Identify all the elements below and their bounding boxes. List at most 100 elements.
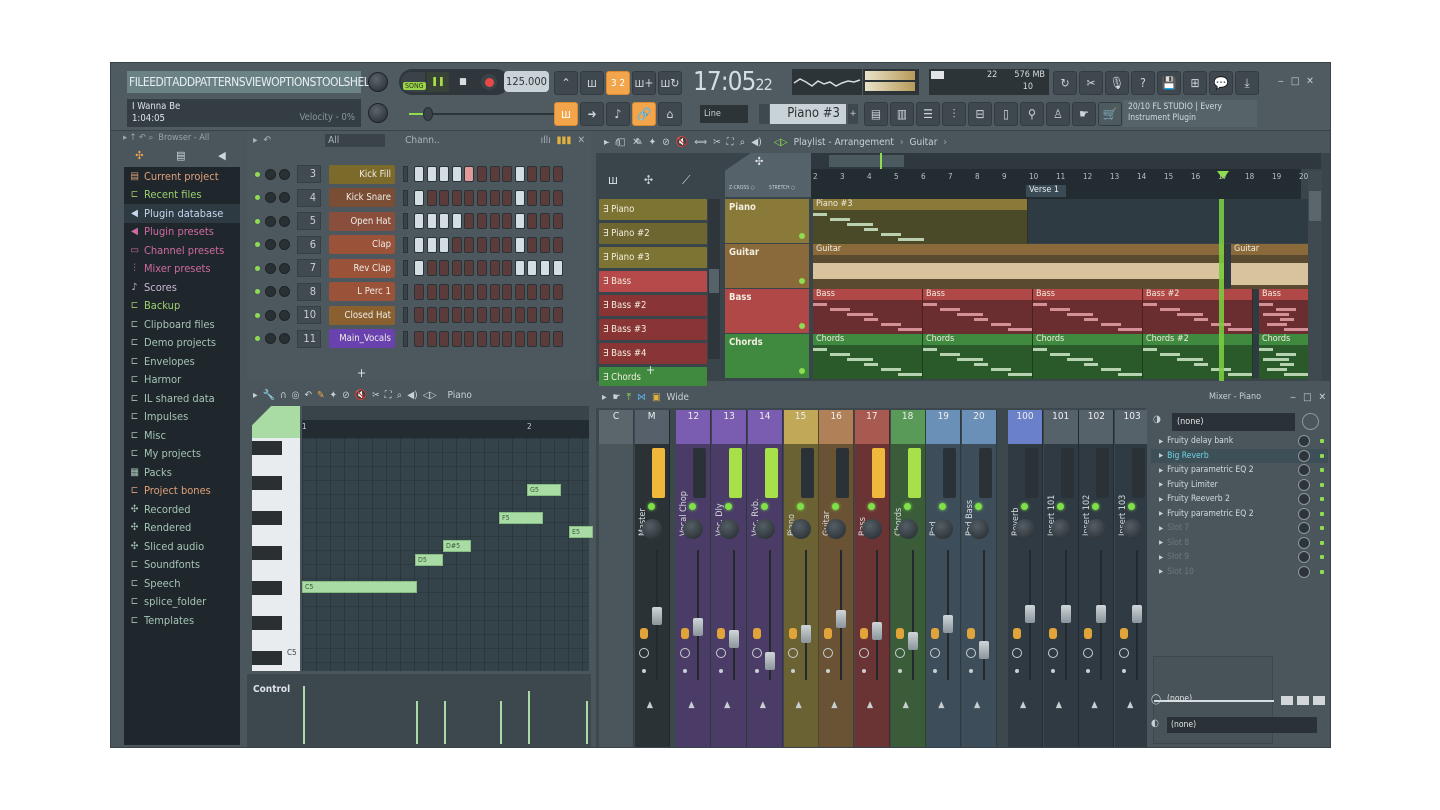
step-button[interactable] — [514, 236, 525, 253]
channel-volume-knob[interactable] — [265, 333, 276, 344]
picker-automation-icon[interactable]: ⟋ — [682, 173, 690, 188]
input-knob[interactable] — [1302, 413, 1319, 430]
route-toggle[interactable] — [1084, 628, 1093, 639]
expand-arrow-icon[interactable]: ▶ — [1159, 481, 1163, 488]
channel-mixer-track[interactable]: 11 — [297, 329, 321, 348]
download-icon[interactable]: ⤓ — [1235, 71, 1259, 95]
tutorial-icon[interactable]: ♙ — [1046, 102, 1070, 126]
channel-pan-knob[interactable] — [279, 239, 290, 250]
channel-pan-knob[interactable] — [279, 333, 290, 344]
pan-knob[interactable] — [683, 519, 704, 539]
playlist-clip[interactable]: Guitar — [1231, 244, 1309, 289]
black-key[interactable] — [252, 511, 282, 525]
route-toggle[interactable] — [1013, 628, 1021, 639]
volume-fader[interactable] — [1096, 605, 1107, 623]
send-arrow-icon[interactable]: ▲ — [688, 700, 694, 710]
channel-mixer-track[interactable]: 10 — [297, 306, 321, 324]
close-icon[interactable]: ✕ — [1306, 76, 1314, 87]
route-toggle[interactable] — [681, 628, 690, 639]
tab-plugins-icon[interactable]: ◀ — [218, 149, 226, 162]
pr-ruler[interactable]: 1 2 — [302, 420, 589, 438]
channel-volume-knob[interactable] — [265, 192, 276, 203]
mix-knob[interactable] — [1298, 551, 1310, 563]
step-button[interactable] — [451, 283, 462, 300]
slice-icon[interactable]: ✂ — [713, 137, 721, 148]
channel-select[interactable] — [403, 307, 408, 323]
record-arm[interactable] — [1047, 648, 1058, 658]
step-button[interactable] — [451, 330, 462, 347]
delete-icon[interactable]: ⊘ — [342, 390, 350, 401]
step-button[interactable] — [527, 236, 538, 253]
select-icon[interactable]: ⛶ — [385, 390, 392, 401]
master-pitch-slider[interactable] — [409, 107, 559, 121]
channel-mute-led[interactable] — [255, 312, 260, 318]
strip-enable-led[interactable] — [1021, 503, 1028, 510]
playlist-clip[interactable]: Piano #3 — [813, 199, 1028, 244]
step-button[interactable] — [439, 189, 450, 206]
browser-item[interactable]: ⊏ Speech — [124, 574, 240, 593]
link-button[interactable]: 🔗 — [632, 102, 656, 126]
pan-knob[interactable] — [790, 519, 811, 539]
mix-knob[interactable] — [1298, 478, 1310, 491]
step-button[interactable] — [502, 330, 513, 347]
step-button[interactable] — [439, 283, 450, 300]
playlist-clip[interactable]: Chords — [1033, 334, 1143, 379]
effect-slot[interactable]: ▶ Fruity Limiter — [1151, 478, 1328, 493]
channel-mixer-track[interactable]: 8 — [297, 282, 321, 301]
project-icon[interactable]: ▯ — [994, 102, 1018, 126]
step-button[interactable] — [439, 166, 450, 182]
browser-item[interactable]: ⊏ Project bones — [124, 482, 240, 501]
browser-item[interactable]: ⊏ Backup — [124, 297, 240, 316]
step-button[interactable] — [414, 330, 424, 347]
expand-arrow-icon[interactable]: ▶ — [1159, 438, 1163, 445]
step-button[interactable] — [439, 307, 450, 323]
step-button[interactable] — [451, 236, 462, 253]
zoom-icon[interactable]: ⌕ — [740, 137, 746, 148]
slot-enable-led[interactable] — [1320, 511, 1324, 516]
maximize-icon[interactable]: □ — [1303, 392, 1312, 403]
strip-header[interactable]: 100 — [1008, 410, 1042, 444]
step-button[interactable] — [552, 260, 563, 276]
pan-knob[interactable] — [1086, 519, 1107, 539]
menu-patterns[interactable]: PATTERNS — [195, 75, 246, 89]
delete-icon[interactable]: ⊘ — [662, 137, 670, 148]
pattern-item[interactable]: ∃ Bass #4 — [599, 343, 707, 364]
step-button[interactable] — [502, 189, 513, 206]
channel-volume-knob[interactable] — [265, 239, 276, 250]
channel-rack-icon[interactable]: ☰ — [916, 102, 940, 126]
record-arm[interactable] — [1083, 648, 1094, 658]
browser-item[interactable]: ⊏ Recent files — [124, 186, 240, 205]
effect-slot[interactable]: ▶ Fruity parametric EQ 2 — [1151, 463, 1328, 478]
step-edit-button[interactable]: ш — [554, 102, 578, 126]
step-button[interactable] — [539, 260, 550, 276]
strip-header[interactable]: 101 — [1043, 410, 1078, 444]
step-button[interactable] — [489, 236, 500, 253]
step-button[interactable] — [439, 330, 450, 347]
step-button[interactable] — [414, 307, 424, 323]
send-arrow-icon[interactable]: ▲ — [1056, 700, 1062, 710]
metronome-button[interactable]: ⌃ — [554, 71, 578, 95]
step-button[interactable] — [476, 307, 487, 323]
playlist-clip[interactable]: Chords — [1259, 334, 1309, 379]
browser-item[interactable]: ✣ Recorded — [124, 500, 240, 519]
pr-overview[interactable] — [302, 406, 589, 420]
step-button[interactable] — [514, 189, 525, 206]
channel-mute-led[interactable] — [255, 195, 260, 200]
step-button[interactable] — [476, 236, 487, 253]
note[interactable]: C5 — [302, 581, 417, 593]
track-header[interactable]: Bass — [725, 289, 809, 333]
volume-fader[interactable] — [907, 632, 918, 650]
stretch-toggle[interactable]: STRETCH ○ — [769, 185, 795, 191]
step-button[interactable] — [502, 283, 513, 300]
step-button[interactable] — [439, 260, 450, 276]
step-button[interactable] — [502, 307, 513, 323]
playback-icon[interactable]: ◀) — [407, 390, 417, 401]
record-icon[interactable]: ◎ — [292, 390, 300, 401]
channel-name-button[interactable]: Kick Snare — [329, 188, 395, 207]
channel-mute-led[interactable] — [255, 265, 260, 271]
channel-name-button[interactable]: Kick Fill — [329, 164, 395, 184]
browser-item[interactable]: ⊏ IL shared data — [124, 389, 240, 408]
track-lane[interactable]: Guitar Guitar — [813, 244, 1309, 289]
graph-icon[interactable]: ıllı — [541, 135, 551, 146]
pan-knob[interactable] — [754, 519, 775, 539]
